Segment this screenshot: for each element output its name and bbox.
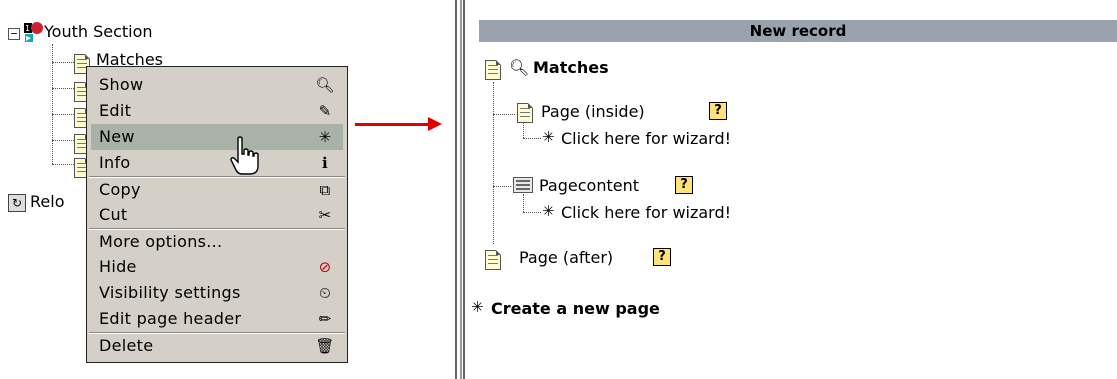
pencil-icon: ✏ (318, 310, 332, 328)
menu-item-visibility-settings[interactable]: Visibility settings ⏲ (91, 280, 343, 306)
magnifier-icon: 🔍︎ (509, 58, 530, 77)
svg-text:1: 1 (25, 24, 30, 33)
menu-item-edit-page-header[interactable]: Edit page header ✏ (91, 306, 343, 332)
hide-icon: ⊘ (318, 258, 332, 276)
create-new-page-link[interactable]: Create a new page (491, 299, 660, 318)
menu-item-more-options[interactable]: More options... (91, 229, 343, 255)
menu-item-show[interactable]: Show 🔍︎ (91, 72, 343, 98)
trash-icon: 🗑︎ (315, 337, 335, 355)
wizard-link-content[interactable]: Click here for wizard! (561, 203, 731, 222)
page-icon[interactable] (517, 103, 533, 123)
menu-item-edit[interactable]: Edit ✎ (91, 98, 343, 124)
frame-divider[interactable] (455, 0, 465, 379)
new-record-panel: New record 🔍︎ Matches Page (inside) ? ✳ … (465, 0, 1117, 379)
menu-item-new[interactable]: New ✳ (91, 124, 343, 150)
new-page-icon[interactable]: ✳ (471, 298, 484, 316)
scissors-icon: ✂ (318, 206, 332, 224)
wizard-link-page[interactable]: Click here for wizard! (561, 129, 731, 148)
magnifier-icon: 🔍︎ (315, 76, 335, 94)
info-icon: ℹ (322, 154, 328, 172)
wizard-icon[interactable]: ✳ (542, 202, 555, 220)
help-icon[interactable]: ? (709, 102, 727, 120)
site-root-icon[interactable]: 1 (22, 20, 46, 44)
page-icon[interactable] (485, 250, 501, 270)
page-icon (485, 60, 501, 80)
page-inside-link[interactable]: Page (inside) (541, 102, 645, 121)
context-menu: Show 🔍︎ Edit ✎ New ✳ Info ℹ Copy ⧉ Cut ✂ More … (86, 66, 348, 363)
red-arrow-icon (355, 123, 435, 126)
menu-item-cut[interactable]: Cut ✂ (91, 202, 343, 228)
new-record-icon: ✳ (318, 128, 332, 146)
copy-icon: ⧉ (319, 181, 331, 199)
help-icon[interactable]: ? (675, 176, 693, 194)
collapse-icon[interactable]: − (8, 28, 20, 40)
tree-root-label[interactable]: Youth Section (44, 22, 153, 41)
red-arrowhead-icon (428, 117, 442, 131)
reload-icon[interactable]: ↻ (8, 194, 26, 212)
visibility-icon: ⏲ (318, 284, 331, 302)
menu-item-copy[interactable]: Copy ⧉ (91, 177, 343, 203)
hand-cursor-icon (228, 136, 262, 180)
menu-item-info[interactable]: Info ℹ (91, 150, 343, 176)
help-icon[interactable]: ? (653, 248, 671, 266)
reload-label[interactable]: Relo (30, 192, 64, 211)
edit-icon: ✎ (318, 102, 332, 120)
parent-page-label: Matches (533, 58, 609, 77)
pagecontent-link[interactable]: Pagecontent (539, 176, 639, 195)
content-element-icon[interactable] (513, 177, 533, 193)
panel-header: New record (479, 20, 1117, 42)
menu-item-hide[interactable]: Hide ⊘ (91, 254, 343, 280)
menu-item-delete[interactable]: Delete 🗑︎ (91, 333, 343, 359)
page-after-link[interactable]: Page (after) (519, 248, 613, 267)
wizard-icon[interactable]: ✳ (542, 128, 555, 146)
